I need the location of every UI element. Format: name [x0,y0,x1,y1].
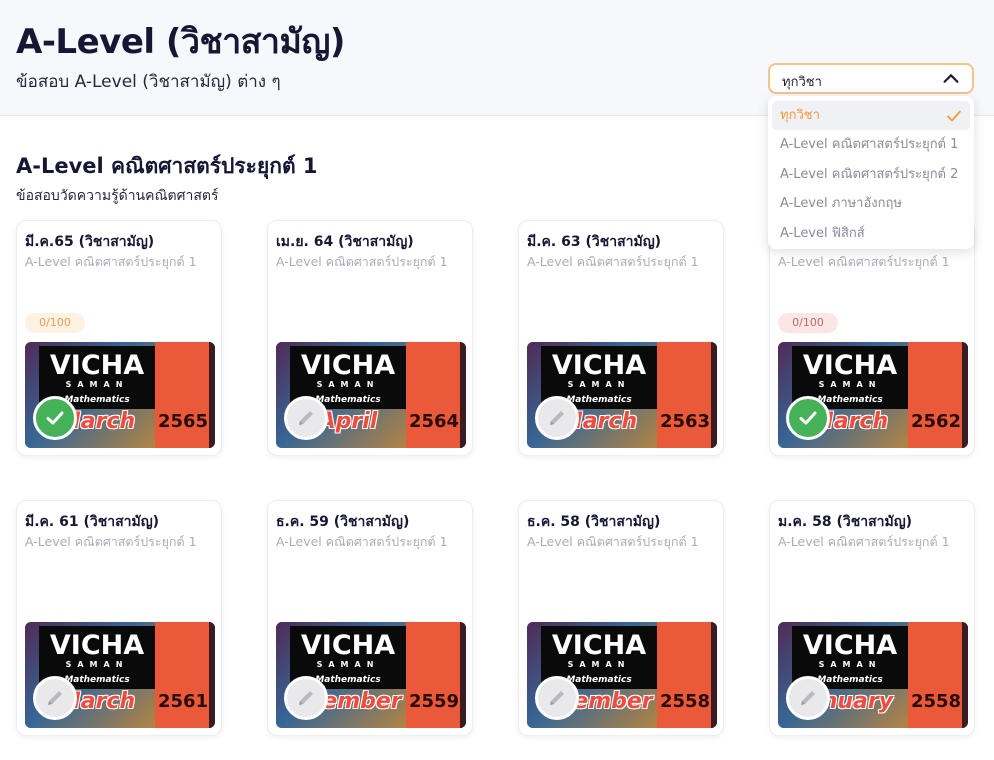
thumbnail-year: 2564 [408,411,460,432]
pencil-icon [33,676,77,720]
thumbnail-brand-sub: SAMAN [65,660,129,669]
thumbnail-brand: VICHA [802,350,898,381]
page-title: A-Level (วิชาสามัญ) [16,22,345,62]
thumbnail-brand-sub: SAMAN [65,380,129,389]
menu-item-english[interactable]: A-Level ภาษาอังกฤษ [772,189,970,218]
thumbnail-brand-sub: SAMAN [316,660,380,669]
section-subtitle: ข้อสอบวัดความรู้ด้านคณิตศาสตร์ [16,188,219,204]
exam-card-subject: A-Level คณิตศาสตร์ประยุกต์ 1 [778,254,950,269]
menu-item-label: A-Level ภาษาอังกฤษ [780,196,902,212]
thumbnail-brand: VICHA [300,350,396,381]
thumbnail-brand: VICHA [551,350,647,381]
chevron-up-icon [943,74,959,83]
exam-card-title: ธ.ค. 59 (วิชาสามัญ) [276,514,410,530]
exam-thumbnail: VICHA SAMAN Mathematics ecember 2558 [527,622,717,728]
thumbnail-year: 2562 [910,411,962,432]
exam-card-subject: A-Level คณิตศาสตร์ประยุกต์ 1 [25,254,197,269]
exam-card[interactable]: มี.ค. 63 (วิชาสามัญ) A-Level คณิตศาสตร์ปร… [518,220,724,456]
pencil-icon [284,676,328,720]
exam-thumbnail: VICHA SAMAN Mathematics April 2564 [276,342,466,448]
exam-thumbnail: VICHA SAMAN Mathematics March 2563 [527,342,717,448]
menu-item-all[interactable]: ทุกวิชา [772,101,970,131]
exam-card-title: เม.ย. 64 (วิชาสามัญ) [276,234,414,250]
thumbnail-year: 2561 [157,691,209,712]
exam-thumbnail: VICHA SAMAN Mathematics ecember 2559 [276,622,466,728]
exam-card-subject: A-Level คณิตศาสตร์ประยุกต์ 1 [527,534,699,549]
exam-card-subject: A-Level คณิตศาสตร์ประยุกต์ 1 [276,254,448,269]
check-icon [786,396,830,440]
pencil-icon [284,396,328,440]
exam-card[interactable]: ม.ค. 58 (วิชาสามัญ) A-Level คณิตศาสตร์ประ… [769,500,975,736]
pencil-icon [786,676,830,720]
thumbnail-year: 2559 [408,691,460,712]
thumbnail-brand: VICHA [802,630,898,661]
menu-item-label: A-Level คณิตศาสตร์ประยุกต์ 1 [780,137,959,153]
exam-card[interactable]: ธ.ค. 58 (วิชาสามัญ) A-Level คณิตศาสตร์ประ… [518,500,724,736]
thumbnail-brand-sub: SAMAN [567,660,631,669]
thumbnail-brand: VICHA [49,630,145,661]
checkmark-icon [947,110,961,122]
exam-card-title: มี.ค. 61 (วิชาสามัญ) [25,514,160,530]
menu-item-physics[interactable]: A-Level ฟิสิกส์ [772,219,970,248]
subject-filter-select[interactable]: ทุกวิชา [768,63,974,94]
exam-thumbnail: VICHA SAMAN Mathematics March 2565 [25,342,215,448]
exam-card-subject: A-Level คณิตศาสตร์ประยุกต์ 1 [778,534,950,549]
exam-card-title: มี.ค.65 (วิชาสามัญ) [25,234,155,250]
menu-item-label: A-Level ฟิสิกส์ [780,225,865,241]
thumbnail-brand: VICHA [49,350,145,381]
exam-card-subject: A-Level คณิตศาสตร์ประยุกต์ 1 [276,534,448,549]
pencil-icon [535,396,579,440]
exam-card[interactable]: มี.ค. 61 (วิชาสามัญ) A-Level คณิตศาสตร์ปร… [16,500,222,736]
exam-card-title: ม.ค. 58 (วิชาสามัญ) [778,514,913,530]
thumbnail-brand: VICHA [551,630,647,661]
score-badge: 0/100 [778,313,838,333]
menu-item-label: ทุกวิชา [780,108,820,123]
thumbnail-brand: VICHA [300,630,396,661]
subject-filter-menu: ทุกวิชา A-Level คณิตศาสตร์ประยุกต์ 1 A-L… [768,96,974,249]
thumbnail-brand-sub: SAMAN [316,380,380,389]
exam-card-subject: A-Level คณิตศาสตร์ประยุกต์ 1 [25,534,197,549]
exam-thumbnail: VICHA SAMAN Mathematics anuary 2558 [778,622,968,728]
thumbnail-brand-sub: SAMAN [567,380,631,389]
thumbnail-year: 2558 [659,691,711,712]
exam-card[interactable]: มี.ค.65 (วิชาสามัญ) A-Level คณิตศาสตร์ประ… [16,220,222,456]
exam-card-title: ธ.ค. 58 (วิชาสามัญ) [527,514,661,530]
section-title: A-Level คณิตศาสตร์ประยุกต์ 1 [16,154,318,178]
exam-card[interactable]: A-Level คณิตศาสตร์ประยุกต์ 1 0/100 VICHA SA… [769,220,975,456]
thumbnail-year: 2558 [910,691,962,712]
exam-thumbnail: VICHA SAMAN Mathematics March 2561 [25,622,215,728]
thumbnail-brand-sub: SAMAN [818,660,882,669]
menu-item-label: A-Level คณิตศาสตร์ประยุกต์ 2 [780,166,959,182]
exam-card-subject: A-Level คณิตศาสตร์ประยุกต์ 1 [527,254,699,269]
check-icon [33,396,77,440]
score-badge: 0/100 [25,313,85,333]
menu-item-applied-math-2[interactable]: A-Level คณิตศาสตร์ประยุกต์ 2 [772,160,970,189]
pencil-icon [535,676,579,720]
exam-card[interactable]: เม.ย. 64 (วิชาสามัญ) A-Level คณิตศาสตร์ปร… [267,220,473,456]
exam-card-title: มี.ค. 63 (วิชาสามัญ) [527,234,662,250]
exam-card[interactable]: ธ.ค. 59 (วิชาสามัญ) A-Level คณิตศาสตร์ประ… [267,500,473,736]
menu-item-applied-math-1[interactable]: A-Level คณิตศาสตร์ประยุกต์ 1 [772,130,970,159]
thumbnail-brand-sub: SAMAN [818,380,882,389]
thumbnail-year: 2565 [157,411,209,432]
subject-filter-value: ทุกวิชา [782,75,822,90]
thumbnail-year: 2563 [659,411,711,432]
page-subtitle: ข้อสอบ A-Level (วิชาสามัญ) ต่าง ๆ [16,72,281,92]
exam-thumbnail: VICHA SAMAN Mathematics March 2562 [778,342,968,448]
